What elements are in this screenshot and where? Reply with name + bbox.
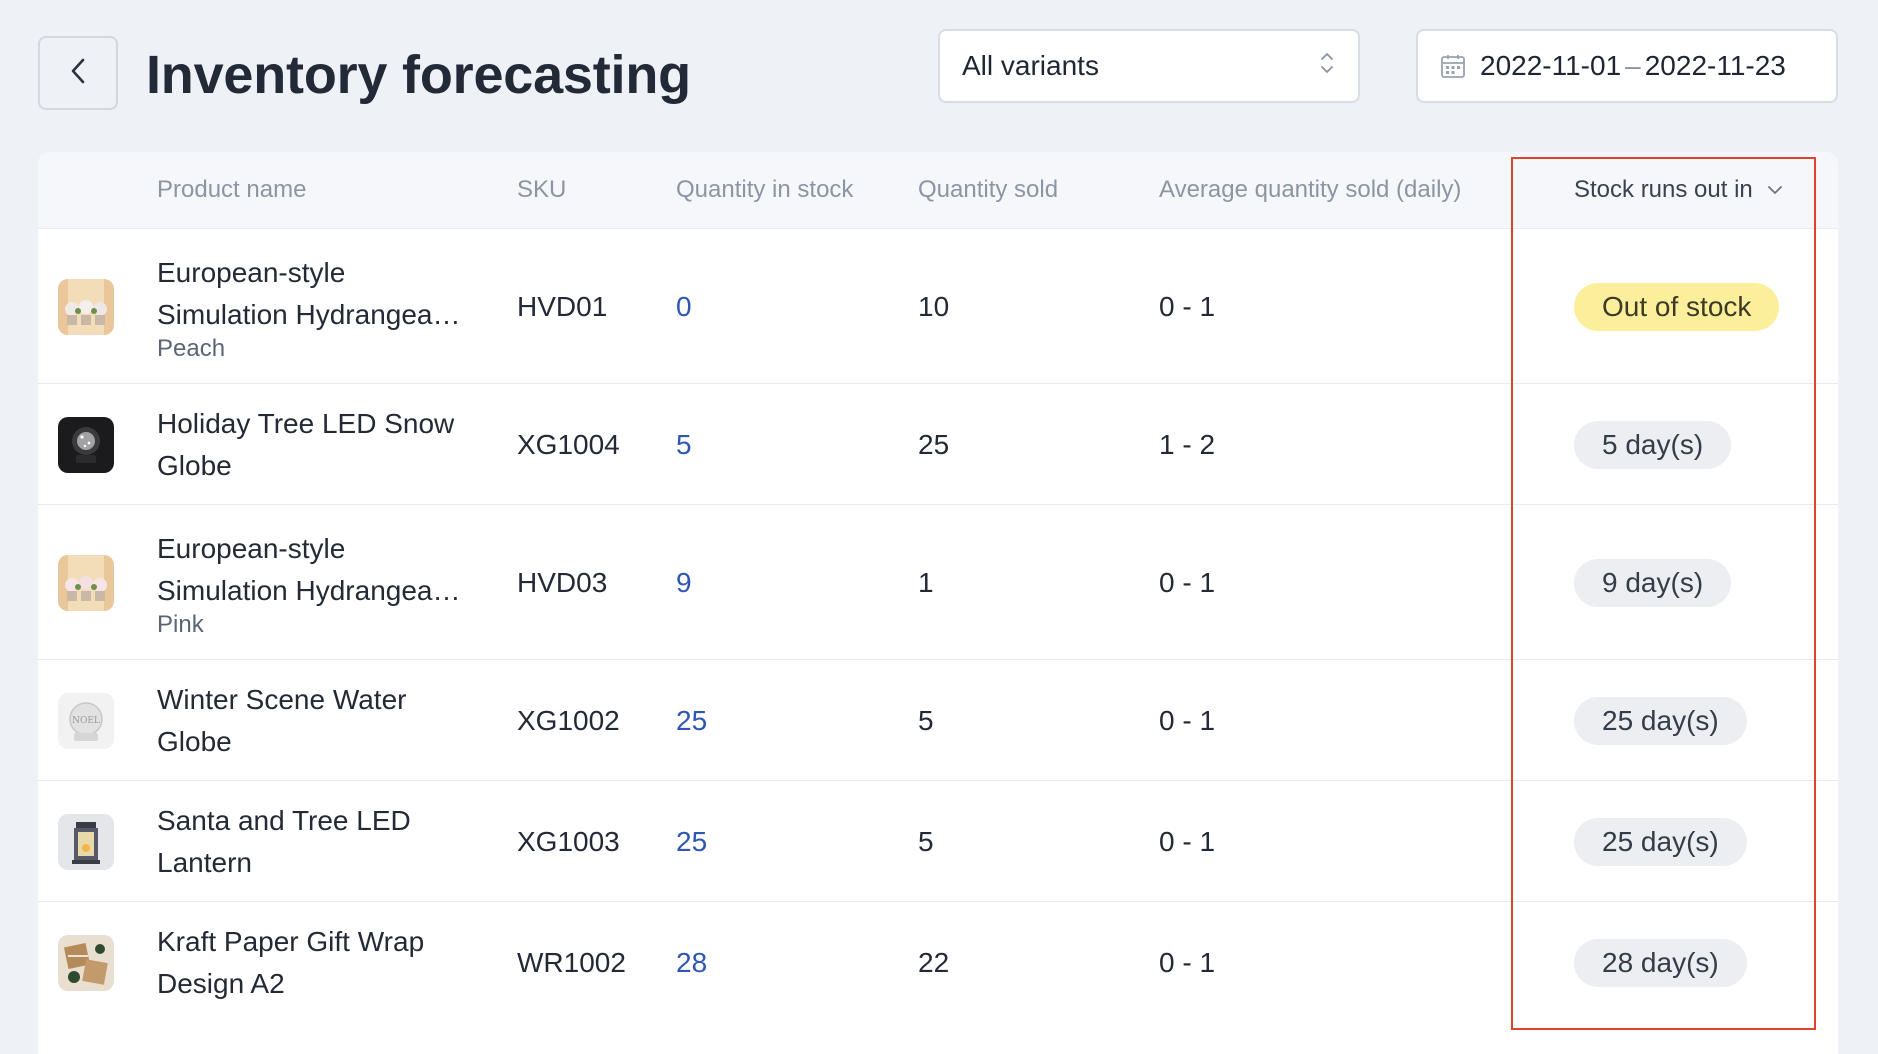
sku-value: XG1003 — [517, 825, 620, 857]
product-name[interactable]: Kraft Paper Gift Wrap Design A2 — [157, 921, 424, 1005]
product-name-line1: Santa and Tree LED — [157, 804, 411, 836]
chevron-down-icon — [1767, 184, 1783, 196]
average-sold-daily-value: 0 - 1 — [1159, 290, 1216, 322]
quantity-sold-value: 5 — [918, 704, 934, 736]
product-name-line2: Globe — [157, 449, 232, 481]
product-name-line1: Kraft Paper Gift Wrap — [157, 925, 425, 957]
status-badge: 9 day(s) — [1574, 558, 1732, 607]
back-button[interactable] — [38, 36, 118, 110]
chevron-left-icon — [68, 56, 88, 91]
stock-runs-out-cell: 9 day(s) — [1574, 558, 1732, 607]
product-name[interactable]: European-style Simulation Hydrangea… Pink — [157, 528, 461, 638]
product-name-line2: Simulation Hydrangea… — [157, 574, 461, 606]
stock-runs-out-cell: 5 day(s) — [1574, 420, 1732, 469]
product-variant: Pink — [157, 610, 204, 638]
table-header: Product name SKU Quantity in stock Quant… — [38, 152, 1838, 228]
status-badge: 5 day(s) — [1574, 420, 1732, 469]
col-quantity-in-stock: Quantity in stock — [676, 176, 854, 203]
sku-value: WR1002 — [517, 946, 626, 978]
product-variant: Peach — [157, 334, 226, 362]
sku-value: XG1002 — [517, 704, 620, 736]
table-row[interactable]: Kraft Paper Gift Wrap Design A2 WR1002 28 22… — [38, 901, 1838, 1022]
date-start: 2022-11-01 — [1480, 50, 1622, 81]
table-row[interactable]: Holiday Tree LED Snow Globe XG1004 5 25 1 - 2… — [38, 383, 1838, 504]
product-thumbnail — [58, 554, 114, 611]
table-row[interactable]: European-style Simulation Hydrangea… Pink H… — [38, 504, 1838, 659]
stock-runs-out-cell: Out of stock — [1574, 282, 1780, 331]
product-thumbnail — [58, 278, 114, 335]
stock-runs-out-cell: 25 day(s) — [1574, 696, 1747, 745]
quantity-sold-value: 5 — [918, 825, 934, 857]
date-range-picker[interactable]: 2022-11-01 – 2022-11-23 — [1416, 29, 1838, 103]
product-name[interactable]: Winter Scene Water Globe — [157, 679, 406, 763]
date-separator: – — [1625, 50, 1641, 81]
quantity-sold-value: 1 — [918, 566, 934, 598]
product-thumbnail — [58, 813, 114, 870]
product-name-line2: Simulation Hydrangea… — [157, 298, 461, 330]
product-name[interactable]: Holiday Tree LED Snow Globe — [157, 403, 454, 487]
quantity-in-stock-link[interactable]: 28 — [676, 943, 707, 983]
variant-select-value: All variants — [962, 50, 1099, 81]
col-quantity-sold: Quantity sold — [918, 176, 1059, 203]
sku-value: HVD03 — [517, 566, 608, 598]
product-name-line1: European-style — [157, 532, 346, 564]
quantity-in-stock-link[interactable]: 9 — [676, 563, 692, 603]
forecast-table: Product name SKU Quantity in stock Quant… — [38, 152, 1838, 1054]
quantity-in-stock-link[interactable]: 0 — [676, 287, 692, 327]
col-average-sold-daily: Average quantity sold (daily) — [1159, 176, 1462, 203]
status-badge: 25 day(s) — [1574, 696, 1747, 745]
calendar-icon — [1440, 53, 1466, 79]
product-name-line2: Design A2 — [157, 967, 285, 999]
variant-select[interactable]: All variants — [938, 29, 1360, 103]
product-name[interactable]: European-style Simulation Hydrangea… Peach — [157, 252, 461, 362]
stock-runs-out-cell: 28 day(s) — [1574, 938, 1747, 987]
product-name-line1: Holiday Tree LED Snow — [157, 407, 455, 439]
quantity-sold-value: 10 — [918, 290, 950, 322]
product-thumbnail: NOEL — [58, 692, 114, 749]
table-row[interactable]: NOEL Winter Scene Water Globe XG1002 25 5 0 - … — [38, 659, 1838, 780]
product-name-line2: Lantern — [157, 846, 252, 878]
average-sold-daily-value: 0 - 1 — [1159, 825, 1216, 857]
product-name-line2: Globe — [157, 725, 232, 757]
status-badge: Out of stock — [1574, 282, 1780, 331]
page-title: Inventory forecasting — [146, 45, 691, 105]
quantity-sold-value: 22 — [918, 946, 950, 978]
col-sku: SKU — [517, 176, 567, 203]
product-thumbnail — [58, 934, 114, 991]
product-name-line1: Winter Scene Water — [157, 683, 407, 715]
up-down-chevron-icon — [1318, 48, 1336, 85]
status-badge: 28 day(s) — [1574, 938, 1747, 987]
product-name[interactable]: Santa and Tree LED Lantern — [157, 800, 411, 884]
product-name-line1: European-style — [157, 256, 346, 288]
average-sold-daily-value: 0 - 1 — [1159, 946, 1216, 978]
quantity-in-stock-link[interactable]: 25 — [676, 822, 707, 862]
col-product-name: Product name — [157, 176, 307, 203]
average-sold-daily-value: 1 - 2 — [1159, 428, 1216, 460]
table-row[interactable]: Santa and Tree LED Lantern XG1003 25 5 0 - 1 2… — [38, 780, 1838, 901]
average-sold-daily-value: 0 - 1 — [1159, 566, 1216, 598]
inventory-forecasting-page: Inventory forecasting All variants 2022-… — [0, 0, 1878, 1054]
table-row[interactable]: European-style Simulation Hydrangea… Peach… — [38, 228, 1838, 383]
date-end: 2022-11-23 — [1644, 50, 1786, 81]
average-sold-daily-value: 0 - 1 — [1159, 704, 1216, 736]
col-stock-runs-out-label: Stock runs out in — [1574, 176, 1753, 203]
sku-value: XG1004 — [517, 428, 620, 460]
sku-value: HVD01 — [517, 290, 608, 322]
col-stock-runs-out-sort[interactable]: Stock runs out in — [1574, 152, 1783, 228]
product-thumbnail — [58, 416, 114, 473]
status-badge: 25 day(s) — [1574, 817, 1747, 866]
svg-text:NOEL: NOEL — [72, 716, 100, 726]
quantity-in-stock-link[interactable]: 5 — [676, 425, 692, 465]
stock-runs-out-cell: 25 day(s) — [1574, 817, 1747, 866]
quantity-in-stock-link[interactable]: 25 — [676, 701, 707, 741]
quantity-sold-value: 25 — [918, 428, 950, 460]
